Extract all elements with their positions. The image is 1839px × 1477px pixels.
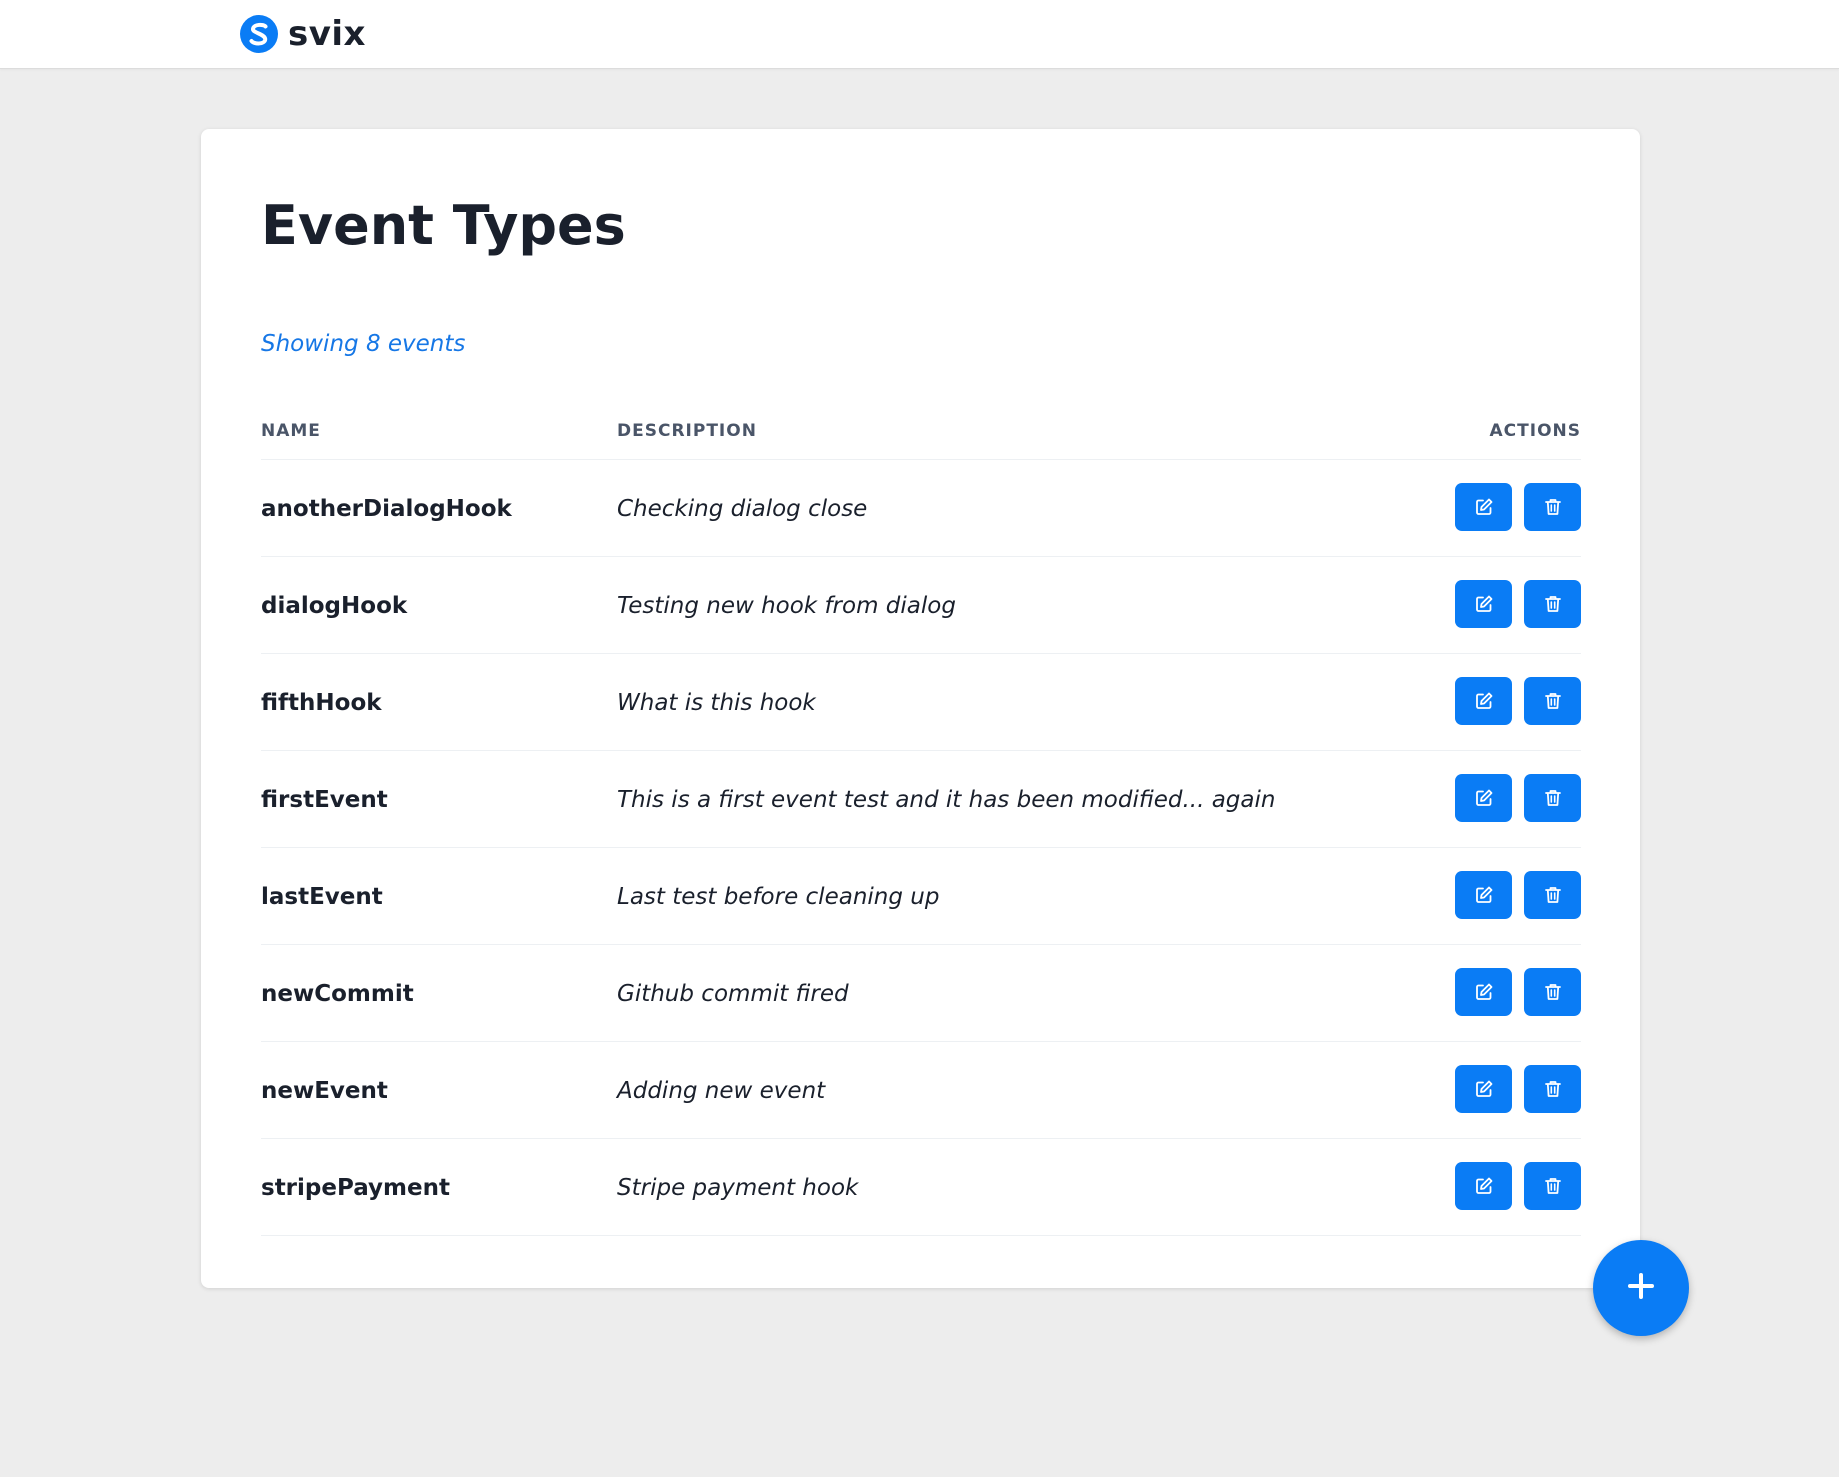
- table-row: stripePayment Stripe payment hook: [261, 1139, 1581, 1236]
- row-actions: [1455, 774, 1581, 822]
- edit-icon: [1474, 1079, 1494, 1099]
- event-type-description: What is this hook: [617, 690, 816, 716]
- row-actions: [1455, 677, 1581, 725]
- delete-button[interactable]: [1524, 677, 1581, 725]
- row-actions: [1455, 580, 1581, 628]
- trash-icon: [1543, 885, 1563, 905]
- delete-button[interactable]: [1524, 968, 1581, 1016]
- brand-name: svix: [288, 14, 366, 54]
- brand[interactable]: svix: [238, 12, 366, 56]
- event-types-table: NAME DESCRIPTION ACTIONS anotherDialogHo…: [261, 399, 1581, 1236]
- table-header: NAME DESCRIPTION ACTIONS: [261, 399, 1581, 460]
- event-type-name: newCommit: [261, 981, 414, 1007]
- row-actions: [1455, 968, 1581, 1016]
- trash-icon: [1543, 594, 1563, 614]
- row-actions: [1455, 1065, 1581, 1113]
- trash-icon: [1543, 788, 1563, 808]
- event-type-description: Last test before cleaning up: [617, 884, 940, 910]
- table-row: fifthHook What is this hook: [261, 654, 1581, 751]
- column-header-description: DESCRIPTION: [617, 421, 757, 441]
- delete-button[interactable]: [1524, 1065, 1581, 1113]
- trash-icon: [1543, 1079, 1563, 1099]
- trash-icon: [1543, 691, 1563, 711]
- column-header-actions: ACTIONS: [1489, 421, 1581, 441]
- delete-button[interactable]: [1524, 774, 1581, 822]
- table-row: newEvent Adding new event: [261, 1042, 1581, 1139]
- plus-icon: [1626, 1271, 1656, 1306]
- event-type-name: stripePayment: [261, 1175, 450, 1201]
- row-actions: [1455, 483, 1581, 531]
- svix-logo-icon: [238, 13, 280, 55]
- trash-icon: [1543, 1176, 1563, 1196]
- event-type-name: lastEvent: [261, 884, 383, 910]
- table-row: dialogHook Testing new hook from dialog: [261, 557, 1581, 654]
- delete-button[interactable]: [1524, 580, 1581, 628]
- edit-button[interactable]: [1455, 774, 1512, 822]
- event-type-name: newEvent: [261, 1078, 388, 1104]
- event-type-name: fifthHook: [261, 690, 382, 716]
- row-actions: [1455, 871, 1581, 919]
- events-count: Showing 8 events: [261, 331, 466, 357]
- event-type-description: Github commit fired: [617, 981, 849, 1007]
- edit-icon: [1474, 1176, 1494, 1196]
- table-body: anotherDialogHook Checking dialog close: [261, 460, 1581, 1236]
- edit-icon: [1474, 788, 1494, 808]
- top-bar: svix: [0, 0, 1839, 69]
- edit-button[interactable]: [1455, 483, 1512, 531]
- event-types-card: Event Types Showing 8 events NAME DESCRI…: [201, 129, 1640, 1288]
- edit-button[interactable]: [1455, 871, 1512, 919]
- event-type-description: This is a first event test and it has be…: [617, 787, 1276, 813]
- event-type-description: Testing new hook from dialog: [617, 593, 956, 619]
- edit-icon: [1474, 982, 1494, 1002]
- event-type-name: anotherDialogHook: [261, 496, 512, 522]
- column-header-name: NAME: [261, 421, 321, 441]
- table-row: firstEvent This is a first event test an…: [261, 751, 1581, 848]
- event-type-name: dialogHook: [261, 593, 408, 619]
- trash-icon: [1543, 497, 1563, 517]
- edit-button[interactable]: [1455, 1065, 1512, 1113]
- edit-button[interactable]: [1455, 677, 1512, 725]
- delete-button[interactable]: [1524, 483, 1581, 531]
- add-event-type-button[interactable]: [1593, 1240, 1689, 1336]
- event-type-description: Checking dialog close: [617, 496, 868, 522]
- event-type-description: Adding new event: [617, 1078, 826, 1104]
- trash-icon: [1543, 982, 1563, 1002]
- edit-icon: [1474, 497, 1494, 517]
- event-type-description: Stripe payment hook: [617, 1175, 859, 1201]
- table-row: newCommit Github commit fired: [261, 945, 1581, 1042]
- edit-button[interactable]: [1455, 968, 1512, 1016]
- edit-icon: [1474, 691, 1494, 711]
- table-row: anotherDialogHook Checking dialog close: [261, 460, 1581, 557]
- event-type-name: firstEvent: [261, 787, 388, 813]
- table-row: lastEvent Last test before cleaning up: [261, 848, 1581, 945]
- edit-button[interactable]: [1455, 580, 1512, 628]
- edit-button[interactable]: [1455, 1162, 1512, 1210]
- row-actions: [1455, 1162, 1581, 1210]
- edit-icon: [1474, 594, 1494, 614]
- delete-button[interactable]: [1524, 871, 1581, 919]
- delete-button[interactable]: [1524, 1162, 1581, 1210]
- page-title: Event Types: [261, 194, 626, 257]
- edit-icon: [1474, 885, 1494, 905]
